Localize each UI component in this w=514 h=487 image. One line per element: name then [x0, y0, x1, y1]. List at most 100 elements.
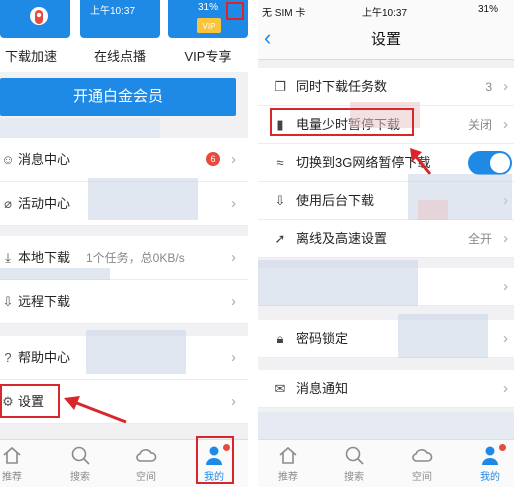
search-icon: [345, 446, 364, 465]
remote-download-icon: ⇩: [2, 294, 14, 309]
tab-label: 推荐: [278, 472, 298, 483]
3g-pause-toggle[interactable]: [468, 151, 512, 175]
cloud-icon: [136, 449, 157, 462]
toggle-knob: [490, 153, 510, 173]
tile-label: VIP专享: [184, 49, 232, 64]
download-icon: ⤓: [5, 250, 11, 265]
chevron-right-icon: ›: [503, 278, 508, 295]
upgrade-member-button[interactable]: 开通白金会员: [0, 78, 236, 116]
vip-tile[interactable]: 31% VIP: [168, 0, 248, 38]
tab-label: 推荐: [2, 472, 22, 483]
menu-item-remote-download[interactable]: ⇩ 远程下载 ›: [0, 280, 248, 324]
feature-tiles: 上午10:37 31% VIP 下载加速 在线点播 VIP专享: [0, 0, 248, 72]
unread-badge: 6: [206, 152, 220, 166]
tag-icon: ⌀: [4, 196, 12, 211]
status-time: 上午10:37: [362, 8, 408, 19]
chevron-right-icon: ›: [503, 330, 508, 347]
menu-item-messages[interactable]: ☺ 消息中心 6 ›: [0, 138, 248, 182]
vip-icon: VIP: [197, 18, 221, 33]
chevron-right-icon: ›: [503, 116, 508, 133]
tab-recommend[interactable]: 推荐: [268, 444, 308, 483]
pixelated-region: [258, 260, 418, 306]
home-icon: [279, 446, 297, 464]
download-icon: ⇩: [274, 193, 286, 208]
page-title: 设置: [370, 31, 401, 48]
setting-label: 密码锁定: [296, 331, 349, 346]
setting-notifications[interactable]: ✉ 消息通知 ›: [258, 370, 514, 408]
carrier-text: 无 SIM 卡: [262, 8, 306, 19]
settings-screen: 无 SIM 卡 上午10:37 31% 设置 ‹ ❐ 同时下载任务数 3 › ▮…: [258, 0, 514, 487]
person-icon: [482, 446, 498, 465]
status-time: 上午10:37: [90, 6, 136, 17]
nav-bar: 设置 ‹: [258, 20, 514, 60]
tab-recommend[interactable]: 推荐: [0, 444, 32, 483]
pixelated-region: [86, 330, 186, 374]
tab-label: 搜索: [70, 472, 90, 483]
setting-concurrent-downloads[interactable]: ❐ 同时下载任务数 3 ›: [258, 68, 514, 106]
rocket-icon: [30, 7, 48, 25]
menu-label: 消息中心: [18, 152, 71, 167]
message-icon: ☺: [1, 152, 15, 167]
chevron-right-icon: ›: [231, 349, 236, 366]
cloud-icon: [412, 449, 433, 462]
search-icon: [71, 446, 90, 465]
tab-mine[interactable]: 我的: [470, 444, 510, 483]
svg-text:VIP: VIP: [203, 22, 216, 31]
status-battery: 31%: [478, 4, 499, 15]
status-bar: 无 SIM 卡 上午10:37 31%: [258, 0, 514, 20]
menu-label: 远程下载: [18, 294, 71, 309]
tab-space[interactable]: 空间: [126, 444, 166, 483]
tab-space[interactable]: 空间: [402, 444, 442, 483]
pixelated-region: [398, 314, 488, 358]
profile-screen: 上午10:37 31% VIP 下载加速 在线点播 VIP专享 开通白金会员 ☺…: [0, 0, 248, 487]
notification-dot: [499, 444, 506, 451]
home-icon: [3, 446, 21, 464]
tab-search[interactable]: 搜索: [334, 444, 374, 483]
pixelated-region: [418, 200, 448, 222]
setting-value: 3: [485, 80, 492, 94]
mail-icon: ✉: [274, 381, 286, 396]
red-arrow-icon: [64, 396, 127, 424]
back-chevron-icon[interactable]: ‹: [264, 24, 271, 52]
chevron-right-icon: ›: [231, 393, 236, 410]
pixelated-region: [258, 412, 514, 440]
chevron-right-icon: ›: [231, 293, 236, 310]
chevron-right-icon: ›: [503, 230, 508, 247]
setting-label: 使用后台下载: [296, 193, 375, 208]
tab-search[interactable]: 搜索: [60, 444, 100, 483]
copy-icon: ❐: [274, 79, 286, 94]
lock-icon: 🔒︎: [276, 331, 284, 346]
setting-label: 同时下载任务数: [296, 79, 388, 94]
menu-label: 活动中心: [18, 196, 71, 211]
chevron-right-icon: ›: [231, 151, 236, 168]
setting-value: 关闭: [467, 118, 492, 132]
menu-label: 帮助中心: [18, 350, 71, 365]
settings-highlight-box: [0, 384, 60, 418]
setting-label: 离线及高速设置: [296, 231, 388, 246]
mine-tab-highlight-box: [196, 436, 234, 484]
pixelated-region: [0, 118, 160, 138]
tab-label: 空间: [136, 472, 156, 483]
pixelated-region: [88, 178, 198, 220]
setting-offline-highspeed[interactable]: ➚ 离线及高速设置 全开 ›: [258, 220, 514, 258]
chevron-right-icon: ›: [503, 380, 508, 397]
highlight-box: [226, 2, 244, 20]
bottom-tab-bar: 推荐 搜索 空间 我的: [258, 439, 514, 487]
chevron-right-icon: ›: [231, 249, 236, 266]
online-play-tile[interactable]: 上午10:37: [80, 0, 160, 38]
tab-label: 搜索: [344, 472, 364, 483]
chevron-right-icon: ›: [503, 78, 508, 95]
setting-label: 消息通知: [296, 381, 349, 396]
tile-label: 在线点播: [93, 49, 146, 64]
wifi-icon: ≈: [276, 155, 284, 170]
low-battery-highlight-box: [270, 108, 414, 136]
divider: [248, 0, 258, 487]
rocket-icon: ➚: [274, 231, 286, 246]
status-battery: 31%: [198, 2, 219, 13]
tile-label: 下载加速: [4, 49, 57, 64]
setting-value: 全开: [467, 232, 492, 246]
chevron-right-icon: ›: [231, 195, 236, 212]
tab-label: 空间: [412, 472, 432, 483]
download-accel-tile[interactable]: [0, 0, 70, 38]
help-icon: ?: [4, 350, 12, 365]
